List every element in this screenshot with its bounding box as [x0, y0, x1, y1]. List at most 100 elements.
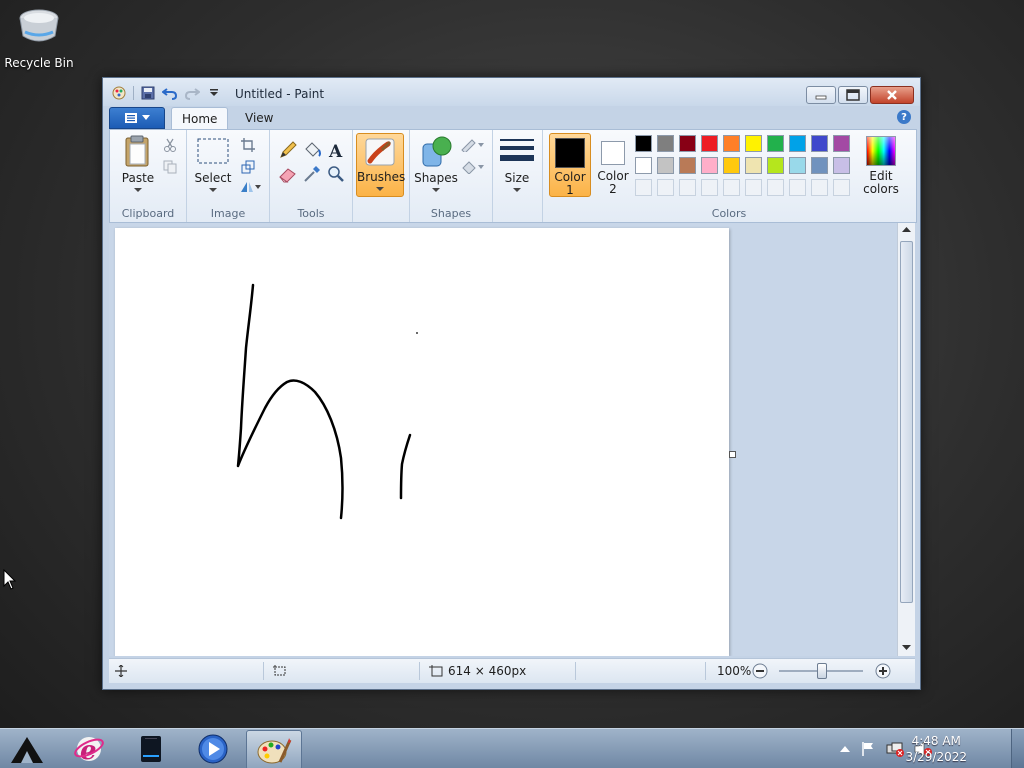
close-button[interactable] [870, 86, 914, 104]
tab-view[interactable]: View [235, 107, 283, 129]
select-rectangle-icon [197, 138, 229, 164]
taskbar-clock[interactable]: 4:48 AM 3/29/2022 [905, 733, 967, 765]
palette-swatch[interactable] [789, 135, 806, 152]
color2-button[interactable]: Color 2 [593, 133, 633, 196]
chevron-down-icon [142, 115, 150, 120]
paint-app-icon[interactable] [111, 85, 127, 101]
chevron-down-icon [376, 187, 384, 191]
ribbon: Paste Clipboard Select Image A Tools Bru… [109, 129, 917, 223]
title-bar[interactable]: Untitled - Paint [103, 78, 920, 106]
palette-swatch[interactable] [635, 157, 652, 174]
palette-swatch[interactable] [657, 135, 674, 152]
scroll-up-icon[interactable] [902, 227, 911, 233]
palette-swatch[interactable] [679, 157, 696, 174]
palette-swatch-empty[interactable] [679, 179, 696, 196]
palette-swatch-empty[interactable] [723, 179, 740, 196]
shapes-button[interactable]: Shapes [414, 135, 458, 193]
desktop-icon-recycle-bin[interactable]: Recycle Bin [4, 6, 74, 70]
group-label-colors: Colors [711, 207, 747, 220]
palette-swatch[interactable] [767, 157, 784, 174]
pencil-icon[interactable] [278, 140, 298, 160]
application-menu-button[interactable] [109, 107, 165, 129]
palette-swatch[interactable] [723, 157, 740, 174]
palette-swatch[interactable] [701, 135, 718, 152]
scroll-down-icon[interactable] [902, 645, 911, 651]
select-button[interactable]: Select [193, 135, 233, 193]
ribbon-tab-bar: Home View ? [109, 107, 915, 130]
rotate-icon[interactable] [239, 180, 261, 197]
selection-size-icon [273, 665, 286, 676]
zoom-slider-thumb[interactable] [817, 663, 827, 679]
palette-swatch-empty[interactable] [811, 179, 828, 196]
cut-icon[interactable] [163, 138, 177, 155]
network-icon[interactable] [886, 741, 904, 757]
shapes-icon [422, 136, 452, 167]
palette-swatch[interactable] [701, 157, 718, 174]
group-label-tools: Tools [297, 207, 325, 220]
crop-icon[interactable] [241, 138, 255, 155]
customize-dropdown-icon[interactable] [206, 85, 222, 101]
action-center-flag-icon[interactable] [860, 741, 876, 757]
shapes-label: Shapes [414, 171, 458, 185]
palette-swatch[interactable] [745, 157, 762, 174]
eraser-icon[interactable] [278, 164, 298, 184]
zoom-out-icon[interactable] [752, 663, 768, 679]
fill-bucket-icon[interactable] [302, 140, 322, 160]
maximize-button[interactable] [838, 86, 868, 104]
color1-button[interactable]: Color 1 [549, 133, 591, 197]
file-manager-icon [141, 736, 161, 762]
chevron-down-icon [134, 188, 142, 192]
redo-icon[interactable] [184, 85, 200, 101]
undo-icon[interactable] [162, 85, 178, 101]
taskbar-file-manager[interactable] [124, 730, 178, 768]
palette-swatch[interactable] [833, 135, 850, 152]
taskbar-paint[interactable] [246, 730, 302, 768]
palette-swatch-empty[interactable] [767, 179, 784, 196]
canvas-resize-handle[interactable] [729, 451, 736, 458]
color-picker-icon[interactable] [302, 164, 322, 184]
palette-swatch-empty[interactable] [657, 179, 674, 196]
show-hidden-icons-icon[interactable] [840, 745, 850, 753]
save-icon[interactable] [140, 85, 156, 101]
magnifier-icon[interactable] [326, 164, 346, 184]
show-desktop-button[interactable] [1011, 729, 1024, 768]
outline-icon[interactable] [460, 138, 484, 155]
palette-swatch[interactable] [745, 135, 762, 152]
palette-swatch[interactable] [833, 157, 850, 174]
quick-access-toolbar [111, 84, 222, 102]
palette-swatch-empty[interactable] [833, 179, 850, 196]
palette-swatch-empty[interactable] [701, 179, 718, 196]
minimize-button[interactable] [806, 86, 836, 104]
scrollbar-thumb[interactable] [900, 241, 913, 603]
palette-swatch[interactable] [789, 157, 806, 174]
palette-swatch[interactable] [811, 135, 828, 152]
fill-icon[interactable] [460, 160, 484, 177]
resize-icon[interactable] [241, 160, 255, 177]
edit-colors-icon [866, 136, 896, 166]
chevron-down-icon [432, 188, 440, 192]
palette-swatch-empty[interactable] [789, 179, 806, 196]
zoom-in-icon[interactable] [875, 663, 891, 679]
edit-colors-button[interactable]: Edit colors [857, 133, 905, 196]
palette-swatch[interactable] [767, 135, 784, 152]
taskbar-internet-explorer[interactable]: e [62, 730, 116, 768]
size-button[interactable]: Size [498, 135, 536, 193]
palette-swatch[interactable] [657, 157, 674, 174]
copy-icon[interactable] [163, 160, 177, 177]
palette-swatch[interactable] [679, 135, 696, 152]
brushes-button[interactable]: Brushes [356, 133, 405, 197]
text-icon[interactable]: A [326, 140, 346, 162]
palette-swatch[interactable] [635, 135, 652, 152]
drawing-canvas[interactable] [115, 228, 729, 656]
tab-home[interactable]: Home [171, 107, 229, 130]
palette-swatch-empty[interactable] [635, 179, 652, 196]
taskbar: e 4:48 AM 3/29/2022 [0, 728, 1024, 768]
palette-swatch[interactable] [723, 135, 740, 152]
palette-swatch-empty[interactable] [745, 179, 762, 196]
help-icon[interactable]: ? [897, 110, 911, 124]
paste-button[interactable]: Paste [118, 135, 158, 193]
vertical-scrollbar[interactable] [897, 223, 915, 656]
start-button[interactable] [0, 730, 54, 768]
palette-swatch[interactable] [811, 157, 828, 174]
taskbar-media-player[interactable] [186, 730, 240, 768]
